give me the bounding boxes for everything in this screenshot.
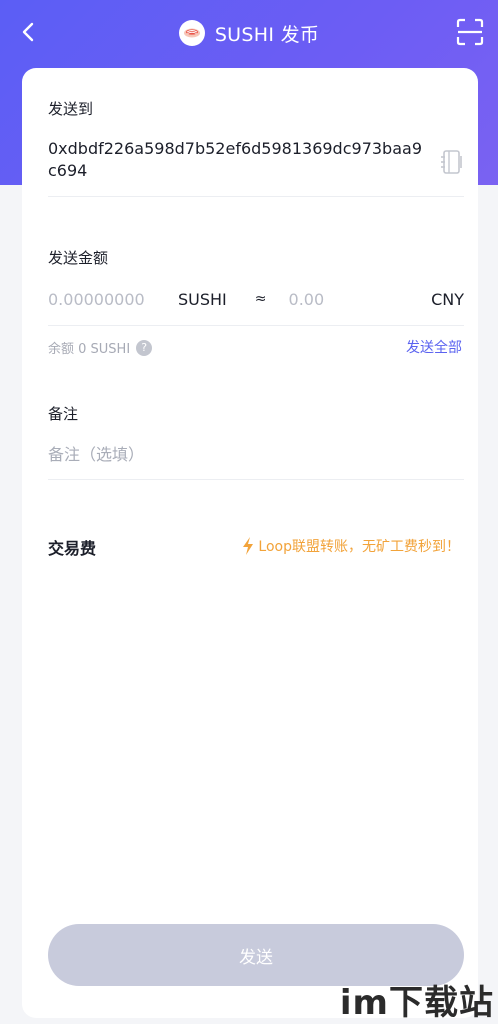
to-label: 发送到: [48, 100, 94, 118]
fee-promo-link[interactable]: Loop联盟转账，无矿工费秒到！: [242, 536, 460, 556]
address-book-icon: [441, 150, 462, 174]
balance-info: 余额 0 SUSHI ?: [48, 338, 153, 357]
send-form-card: 发送到 0xdbdf226a598d7b52ef6d5981369dc973ba…: [22, 68, 478, 1018]
balance-text: 余额 0 SUSHI: [48, 342, 131, 357]
approx-symbol: ≈: [254, 291, 267, 307]
watermark-logo: im下载站: [339, 983, 494, 1023]
send-all-button[interactable]: 发送全部: [406, 337, 462, 357]
chevron-left-icon: [22, 22, 34, 42]
divider: [48, 196, 464, 197]
fiat-unit: CNY: [431, 289, 464, 309]
page-title: SUSHI 发币: [214, 23, 320, 46]
fee-label: 交易费: [48, 539, 97, 558]
scan-icon: [456, 18, 484, 46]
amount-unit: SUSHI: [178, 289, 227, 309]
back-button[interactable]: [14, 18, 42, 46]
title-group: SUSHI 发币: [178, 20, 320, 47]
divider: [48, 325, 464, 326]
lightning-icon: [243, 537, 254, 555]
divider: [48, 479, 464, 480]
top-nav-bar: SUSHI 发币: [0, 0, 498, 66]
question-circle-icon[interactable]: ?: [136, 339, 153, 356]
address-book-button[interactable]: [440, 148, 464, 176]
fee-promo-text: Loop联盟转账，无矿工费秒到！: [258, 539, 460, 555]
scan-button[interactable]: [454, 16, 486, 48]
recipient-address-field[interactable]: 0xdbdf226a598d7b52ef6d5981369dc973baa9c6…: [48, 138, 428, 182]
amount-row: SUSHI ≈ CNY: [48, 286, 464, 312]
cny-amount-input[interactable]: [288, 289, 379, 309]
memo-label: 备注: [48, 405, 79, 423]
sushi-coin-icon: [178, 20, 205, 46]
memo-input[interactable]: [48, 441, 464, 467]
amount-input[interactable]: [48, 289, 166, 309]
amount-label: 发送金额: [48, 249, 109, 267]
